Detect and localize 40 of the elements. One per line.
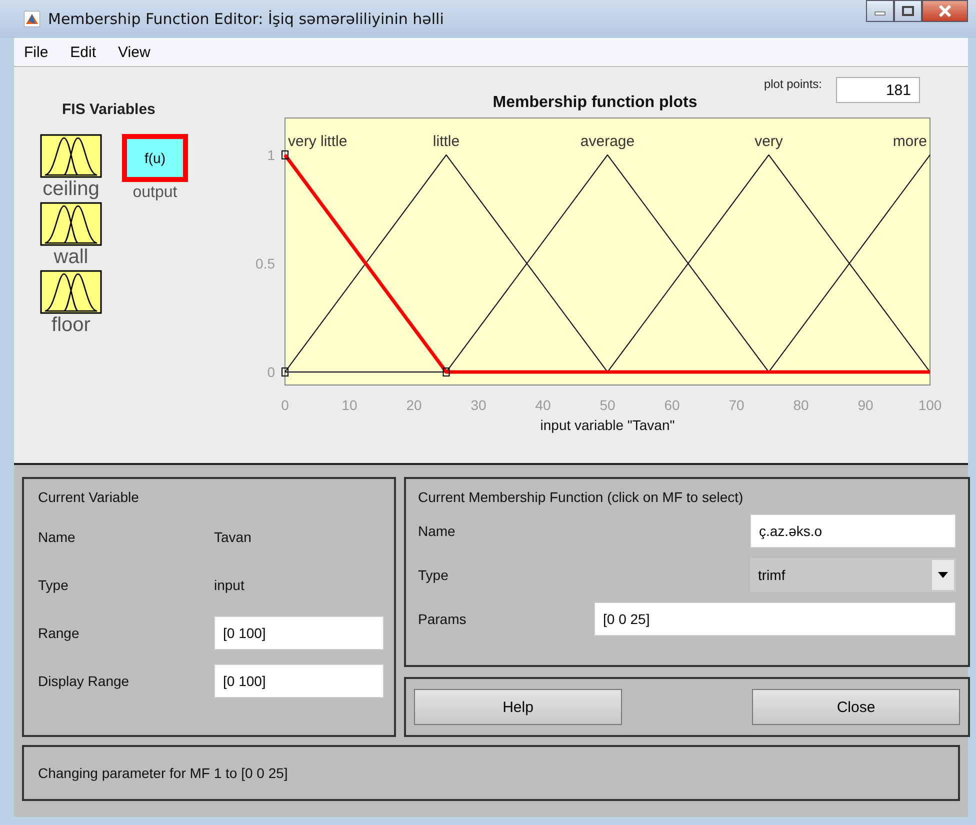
variable-name-value: Tavan (214, 529, 252, 545)
variable-name: floor (52, 314, 90, 336)
variable-name: wall (54, 246, 88, 268)
field-label: Name (38, 529, 76, 545)
x-tick-label: 10 (342, 397, 358, 413)
variable-name: output (132, 183, 178, 203)
x-tick-label: 40 (535, 397, 551, 413)
fis-variables-title: FIS Variables (62, 101, 156, 118)
x-tick-label: 0 (281, 397, 289, 413)
x-tick-label: 80 (793, 397, 809, 413)
x-tick-label: 70 (728, 397, 744, 413)
membership-label: little (432, 132, 460, 150)
field-label: Type (38, 577, 70, 593)
membership-label: very (754, 132, 783, 150)
x-tick-label: 50 (600, 397, 616, 413)
field-label: Type (418, 567, 450, 583)
variable-type-value: input (214, 577, 244, 593)
field-label: Range (38, 625, 80, 641)
membership-label: more (892, 132, 927, 150)
status-text: Changing parameter for MF 1 to [0 0 25] (38, 765, 288, 781)
y-tick-label: 0.5 (256, 255, 275, 272)
membership-label: average (580, 132, 635, 150)
panel-title: Current Membership Function (click on MF to select) (418, 489, 744, 505)
y-tick-label: 0 (267, 364, 275, 380)
y-tick-label: 1 (267, 146, 275, 163)
variable-name: ceiling (42, 178, 100, 200)
x-tick-label: 90 (858, 397, 874, 413)
x-axis-label: input variable "Tavan" (540, 417, 675, 433)
plot-points-label: plot points: (764, 77, 822, 91)
x-tick-label: 100 (918, 397, 942, 413)
window-title: Membership Function Editor: İşiq səmərəliliyinin həlli (48, 10, 445, 28)
field-label: Params (418, 611, 468, 627)
x-tick-label: 30 (470, 397, 486, 413)
x-tick-label: 60 (664, 397, 680, 413)
membership-label: very little (288, 132, 348, 150)
x-tick-label: 20 (406, 397, 422, 413)
chart-title: Membership function plots (492, 94, 698, 111)
field-label: Display Range (38, 673, 130, 689)
field-label: Name (418, 523, 456, 539)
panel-title: Current Variable (38, 489, 140, 505)
